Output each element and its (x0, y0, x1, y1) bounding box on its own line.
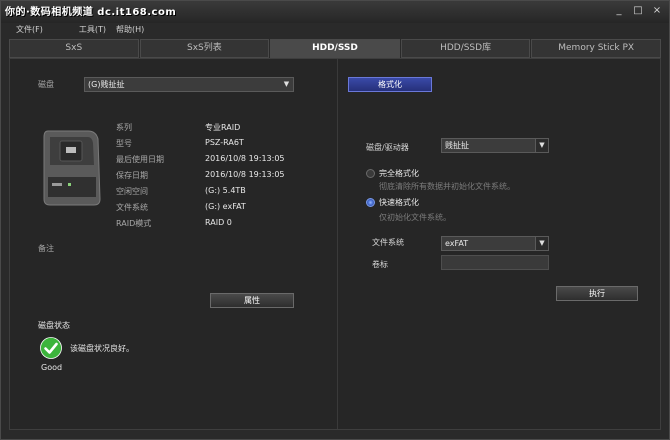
info-label-series: 系列 (116, 123, 132, 132)
volume-label: 卷标 (372, 260, 388, 269)
info-label-file-system: 文件系统 (116, 203, 148, 212)
properties-button[interactable]: 属性 (210, 293, 294, 308)
info-value-model: PSZ-RA6T (205, 138, 244, 147)
tab-hdd-ssd-library[interactable]: HDD/SSD库 (400, 39, 531, 58)
file-system-select[interactable]: exFAT ▼ (441, 236, 549, 251)
tab-sxs-list[interactable]: SxS列表 (139, 39, 270, 58)
quick-format-label: 快速格式化 (379, 198, 419, 207)
external-drive-icon (43, 130, 101, 206)
notes-label: 备注 (38, 244, 54, 253)
drive-select-value: 贱扯扯 (445, 141, 469, 150)
full-format-radio[interactable] (366, 169, 375, 178)
info-value-free-space: (G:) 5.4TB (205, 186, 246, 195)
info-label-saved-date: 保存日期 (116, 171, 148, 180)
menu-bar: 文件(F) 工具(T) 帮助(H) (1, 23, 669, 37)
execute-button[interactable]: 执行 (556, 286, 638, 301)
full-format-label: 完全格式化 (379, 169, 419, 178)
chevron-down-icon: ▼ (535, 237, 548, 250)
tab-bar: SxS SxS列表 HDD/SSD HDD/SSD库 Memory Stick … (9, 39, 661, 58)
volume-label-input[interactable] (441, 255, 549, 270)
disk-status-title: 磁盘状态 (38, 321, 70, 330)
disk-select-value: (G)贱扯扯 (88, 80, 125, 89)
panel-divider (337, 59, 338, 429)
file-system-select-value: exFAT (445, 239, 469, 248)
quick-format-radio[interactable] (366, 198, 375, 207)
minimize-button[interactable]: _ (613, 5, 625, 17)
app-window: 你的·数码相机频道 dc.it168.com _ □ × 文件(F) 工具(T)… (0, 0, 670, 440)
quick-format-description: 仅初始化文件系统。 (379, 213, 451, 222)
drive-label: 磁盘/驱动器 (366, 143, 409, 152)
info-value-raid-mode: RAID 0 (205, 218, 232, 227)
menu-help[interactable]: 帮助(H) (116, 23, 144, 37)
info-value-saved-date: 2016/10/8 19:13:05 (205, 170, 285, 179)
maximize-button[interactable]: □ (632, 5, 644, 17)
info-value-series: 专业RAID (205, 123, 241, 132)
file-system-label: 文件系统 (372, 238, 404, 247)
info-value-last-used: 2016/10/8 19:13:05 (205, 154, 285, 163)
info-label-last-used: 最后使用日期 (116, 155, 164, 164)
chevron-down-icon: ▼ (283, 80, 290, 88)
close-button[interactable]: × (651, 5, 663, 17)
drive-select[interactable]: 贱扯扯 ▼ (441, 138, 549, 153)
menu-file[interactable]: 文件(F) (16, 23, 43, 37)
title-bar: 你的·数码相机频道 dc.it168.com _ □ × (1, 1, 669, 23)
tab-memory-stick-px[interactable]: Memory Stick PX (531, 39, 661, 58)
full-format-description: 彻底清除所有数据并初始化文件系统。 (379, 182, 515, 191)
format-button[interactable]: 格式化 (348, 77, 432, 92)
info-label-model: 型号 (116, 139, 132, 148)
chevron-down-icon: ▼ (535, 139, 548, 152)
hdd-ssd-panel: 磁盘 (G)贱扯扯 ▼ 系列 专业RAID 型号 PSZ-RA6T 最后使用日期… (9, 58, 661, 430)
info-label-raid-mode: RAID模式 (116, 219, 152, 228)
tab-hdd-ssd[interactable]: HDD/SSD (270, 39, 400, 58)
watermark-text: 你的·数码相机频道 dc.it168.com (5, 7, 177, 18)
info-label-free-space: 空闲空间 (116, 187, 148, 196)
info-value-file-system: (G:) exFAT (205, 202, 246, 211)
disk-status-message: 该磁盘状况良好。 (70, 344, 134, 353)
disk-select[interactable]: (G)贱扯扯 ▼ (84, 77, 294, 92)
window-controls: _ □ × (613, 5, 663, 17)
disk-label: 磁盘 (38, 80, 54, 89)
disk-status-word: Good (41, 363, 63, 372)
tab-sxs[interactable]: SxS (9, 39, 139, 58)
menu-tools[interactable]: 工具(T) (79, 23, 106, 37)
check-circle-icon (40, 337, 62, 359)
